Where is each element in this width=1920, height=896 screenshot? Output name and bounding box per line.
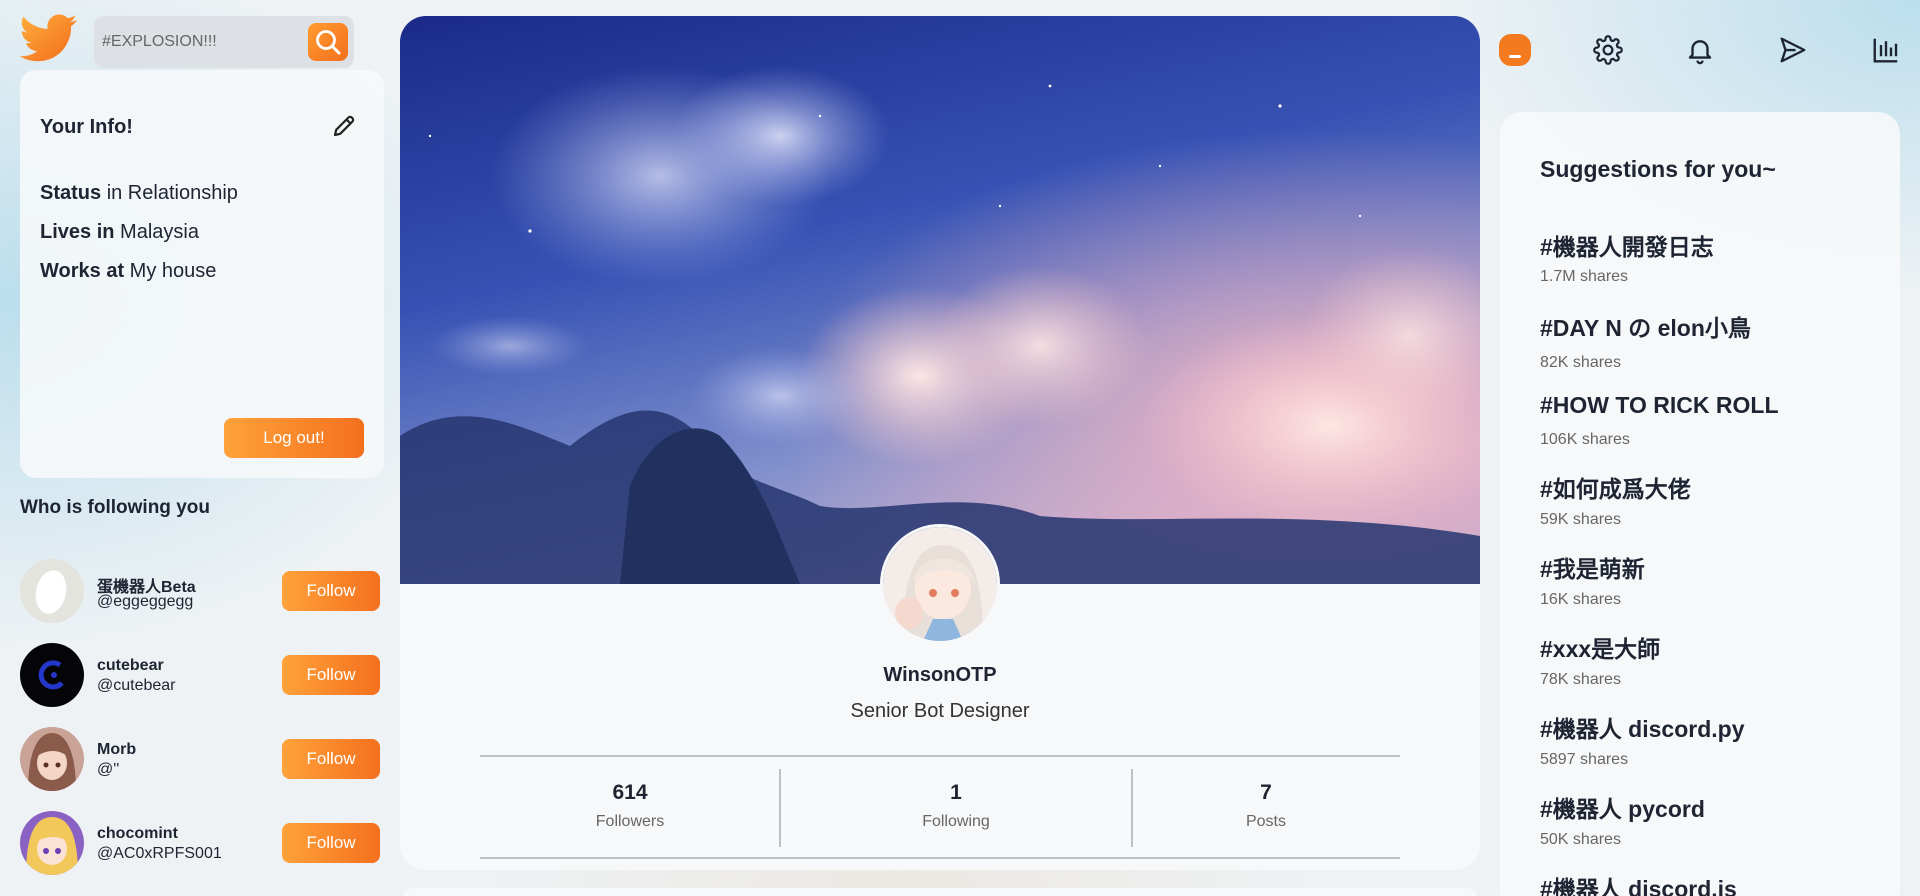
- info-title: Your Info!: [40, 116, 133, 138]
- works-label: Works at: [40, 260, 125, 282]
- search-input[interactable]: [102, 26, 298, 58]
- follow-button[interactable]: Follow: [282, 823, 380, 863]
- profile-card: WinsonOTP Senior Bot Designer 614 Follow…: [400, 16, 1480, 870]
- trending-tag[interactable]: #機器人開發日志: [1540, 228, 1714, 262]
- stat-label: Following: [922, 813, 990, 830]
- stat-posts[interactable]: 7 Posts: [1132, 769, 1400, 847]
- stat-value: 7: [1260, 781, 1272, 804]
- search-button[interactable]: [308, 23, 348, 61]
- settings-button[interactable]: [1588, 30, 1628, 70]
- trending-tag[interactable]: #機器人 pycord: [1540, 790, 1705, 824]
- stat-following[interactable]: 1 Following: [780, 769, 1132, 847]
- info-status: Status in Relationship: [40, 182, 238, 205]
- profile-stats: 614 Followers 1 Following 7 Posts: [480, 755, 1400, 859]
- logout-button[interactable]: Log out!: [224, 418, 364, 458]
- avatar[interactable]: [20, 643, 84, 707]
- search-bar: [94, 16, 354, 68]
- followers-title: Who is following you: [20, 497, 210, 518]
- follower-name: Morb: [97, 741, 137, 758]
- lives-value: Malaysia: [120, 221, 199, 243]
- trending-tag[interactable]: #我是萌新: [1540, 550, 1645, 584]
- trending-tag[interactable]: #機器人 discord.js: [1540, 870, 1737, 896]
- cover-image: [400, 16, 1480, 584]
- trending-tag[interactable]: #機器人 discord.py: [1540, 710, 1744, 744]
- profile-title: Senior Bot Designer: [850, 700, 1030, 722]
- follower-handle: @eggeggegg: [97, 593, 194, 610]
- suggestions-card: Suggestions for you~ #機器人開發日志 1.7M share…: [1500, 112, 1900, 896]
- follower-handle: @'': [97, 761, 120, 778]
- trending-shares: 82K shares: [1540, 354, 1621, 371]
- follow-button[interactable]: Follow: [282, 655, 380, 695]
- trending-shares: 1.7M shares: [1540, 268, 1629, 285]
- works-value: My house: [129, 260, 217, 282]
- send-icon: [1780, 37, 1806, 63]
- stat-followers[interactable]: 614 Followers: [480, 769, 780, 847]
- suggestions-title: Suggestions for you~: [1540, 156, 1776, 182]
- stat-label: Followers: [595, 813, 665, 830]
- trending-shares: 5897 shares: [1540, 751, 1629, 768]
- status-label: Status: [40, 182, 102, 204]
- lives-label: Lives in: [40, 221, 115, 243]
- follower-name: chocomint: [97, 825, 178, 842]
- follow-button[interactable]: Follow: [282, 571, 380, 611]
- trending-tag[interactable]: #xxx是大師: [1540, 630, 1660, 664]
- avatar[interactable]: [20, 811, 84, 875]
- trending-tag[interactable]: #HOW TO RICK ROLL: [1540, 392, 1779, 419]
- gear-icon: [1593, 35, 1623, 65]
- stat-value: 614: [612, 781, 648, 804]
- twitter-logo-icon[interactable]: [19, 14, 80, 70]
- avatar[interactable]: [20, 727, 84, 791]
- info-card: Your Info! Status in Relationship Lives …: [20, 70, 384, 478]
- stat-label: Posts: [1245, 813, 1286, 830]
- status-value: in Relationship: [106, 182, 238, 204]
- avatar-orange-icon: [1499, 34, 1531, 66]
- info-lives: Lives in Malaysia: [40, 221, 199, 244]
- follower-handle: @AC0xRPFS001: [97, 845, 222, 862]
- info-works: Works at My house: [40, 260, 216, 283]
- notifications-button[interactable]: [1680, 30, 1720, 70]
- trending-tag[interactable]: #如何成爲大佬: [1540, 470, 1691, 504]
- follower-row: cutebear @cutebear Follow: [20, 643, 380, 707]
- follower-row: Morb @'' Follow: [20, 727, 380, 791]
- trending-shares: 59K shares: [1540, 511, 1621, 528]
- search-icon: [316, 30, 341, 55]
- stat-value: 1: [950, 781, 962, 804]
- follower-name: cutebear: [97, 657, 164, 674]
- follower-row: 蛋機器人Beta @eggeggegg Follow: [20, 559, 380, 623]
- trending-tag[interactable]: #DAY N の elon小鳥: [1540, 309, 1751, 343]
- trending-shares: 50K shares: [1540, 831, 1621, 848]
- follower-row: chocomint @AC0xRPFS001 Follow: [20, 811, 380, 875]
- analytics-button[interactable]: [1866, 30, 1906, 70]
- bar-chart-icon: [1873, 38, 1898, 63]
- trending-shares: 106K shares: [1540, 431, 1630, 448]
- follower-handle: @cutebear: [97, 677, 176, 694]
- post-card: [400, 888, 1480, 896]
- trending-shares: 78K shares: [1540, 671, 1621, 688]
- user-avatar-button[interactable]: [1495, 30, 1535, 70]
- profile-name: WinsonOTP: [883, 664, 997, 686]
- edit-pencil-icon[interactable]: [330, 112, 358, 140]
- profile-avatar[interactable]: [880, 524, 1000, 644]
- bell-icon: [1688, 40, 1712, 65]
- trending-shares: 16K shares: [1540, 591, 1621, 608]
- messages-button[interactable]: [1773, 30, 1813, 70]
- follow-button[interactable]: Follow: [282, 739, 380, 779]
- avatar[interactable]: [20, 559, 84, 623]
